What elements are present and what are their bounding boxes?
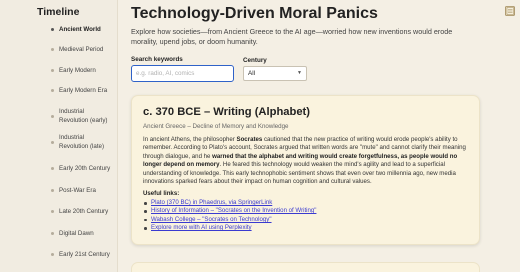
timeline-dot: [51, 28, 54, 31]
timeline-dot: [51, 253, 54, 256]
timeline-item-label: Industrial Revolution (late): [59, 134, 105, 150]
timeline-item-label: Post-War Era: [59, 187, 96, 194]
timeline-item-label: Early 21st Century: [59, 251, 110, 258]
sidebar-title: Timeline: [37, 6, 80, 18]
bullet-icon: [144, 210, 147, 213]
link-history-of-information[interactable]: History of Information – "Socrates on th…: [151, 207, 316, 214]
link-wabash-college[interactable]: Wabash College – "Socrates on Technology…: [151, 216, 272, 223]
card-body-emphasis: Socrates: [236, 136, 263, 143]
timeline-dot: [51, 141, 54, 144]
timeline-item-label: Digital Dawn: [59, 230, 94, 237]
timeline-dot: [51, 89, 54, 92]
next-event-card: [131, 262, 480, 272]
link-item: Explore more with AI using Perplexity: [143, 224, 316, 232]
bullet-icon: [144, 218, 147, 222]
link-plato-phaedrus[interactable]: Plato (370 BC) in Phaedrus, via Springer…: [151, 199, 272, 206]
book-icon[interactable]: [505, 6, 515, 16]
timeline-dot: [51, 69, 54, 72]
timeline-dot: [51, 210, 54, 213]
search-label: Search keywords: [131, 56, 183, 63]
link-item: Plato (370 BC) in Phaedrus, via Springer…: [143, 199, 316, 207]
link-item: Wabash College – "Socrates on Technology…: [143, 216, 316, 224]
timeline-dot: [51, 189, 54, 192]
link-perplexity[interactable]: Explore more with AI using Perplexity: [151, 224, 252, 231]
timeline-dot: [51, 232, 54, 235]
bullet-icon: [144, 227, 147, 230]
timeline-item-label: Late 20th Century: [59, 208, 109, 215]
page-subtitle: Explore how societies—from Ancient Greec…: [131, 27, 453, 46]
century-select[interactable]: All ▼: [243, 66, 307, 81]
timeline-item-label: Early Modern Era: [59, 87, 108, 94]
chevron-down-icon: ▼: [297, 70, 302, 76]
timeline-item-label: Industrial Revolution (early): [59, 108, 108, 124]
page-title: Technology-Driven Moral Panics: [131, 5, 378, 22]
timeline-dot: [51, 115, 54, 118]
century-label: Century: [243, 57, 267, 64]
card-title: c. 370 BCE – Writing (Alphabet): [143, 106, 311, 118]
timeline-item-label: Medieval Period: [59, 46, 104, 53]
event-card: c. 370 BCE – Writing (Alphabet) Ancient …: [131, 95, 480, 245]
timeline-dot: [51, 167, 54, 170]
timeline-sidebar: Timeline Ancient World Medieval Period E…: [0, 0, 118, 272]
card-subtitle: Ancient Greece – Decline of Memory and K…: [143, 123, 289, 130]
timeline-dot: [51, 48, 54, 51]
timeline-item-label: Ancient World: [59, 26, 101, 33]
timeline-item-label: Early 20th Century: [59, 165, 111, 172]
card-body-text: In ancient Athens, the philosopher: [143, 136, 237, 143]
useful-links-list: Plato (370 BC) in Phaedrus, via Springer…: [143, 199, 316, 233]
link-item: History of Information – "Socrates on th…: [143, 207, 316, 215]
card-body: In ancient Athens, the philosopher Socra…: [143, 136, 473, 186]
useful-links-heading: Useful links:: [143, 190, 180, 197]
bullet-icon: [144, 202, 147, 205]
century-select-value: All: [248, 70, 255, 77]
timeline-item-label: Early Modern: [59, 67, 96, 74]
search-input[interactable]: [131, 65, 234, 82]
